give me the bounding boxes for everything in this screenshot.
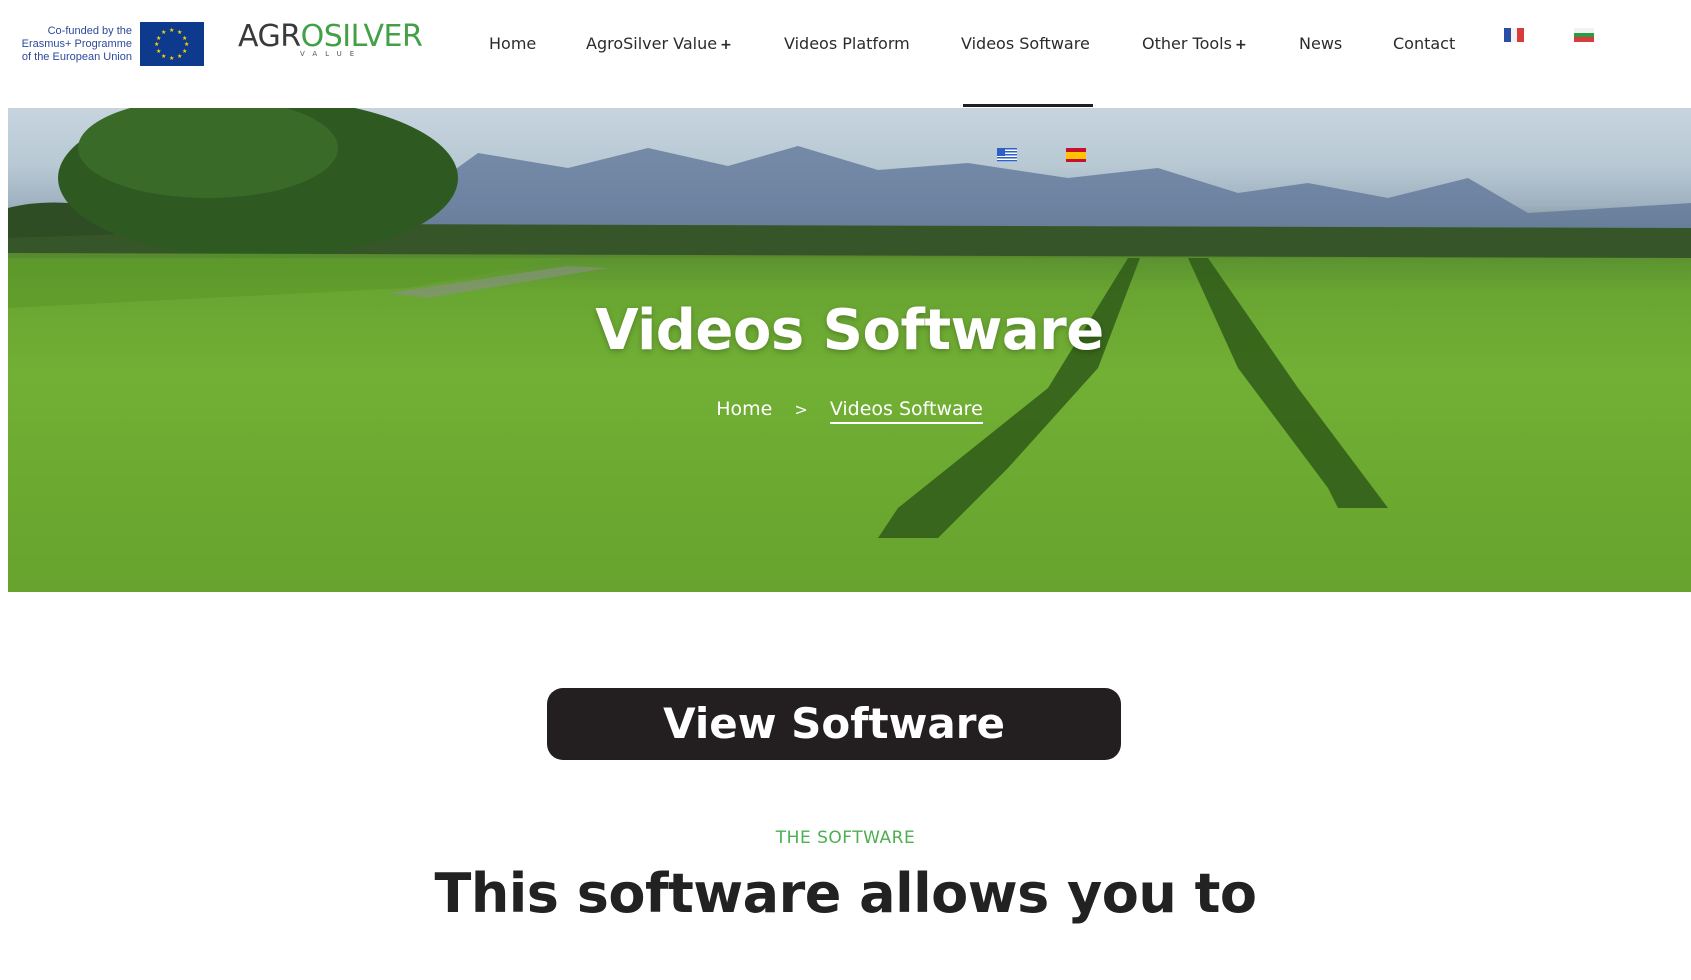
eu-flag-icon: ★ ★ ★ ★ ★ ★ ★ ★ ★ ★ ★ ★ (140, 22, 204, 66)
french-flag-icon[interactable] (1504, 28, 1525, 42)
erasmus-cofunded-text: Co-funded by the Erasmus+ Programme of t… (21, 24, 132, 63)
nav-videos-software[interactable]: Videos Software (961, 34, 1090, 53)
section-title: This software allows you to (434, 862, 1258, 925)
erasmus-logo[interactable]: Co-funded by the Erasmus+ Programme of t… (12, 22, 204, 66)
nav-videos-platform[interactable]: Videos Platform (784, 34, 910, 53)
breadcrumb-home[interactable]: Home (716, 398, 772, 420)
breadcrumb: Home > Videos Software (8, 398, 1691, 424)
plus-icon: + (1234, 37, 1247, 53)
active-nav-indicator (963, 104, 1093, 107)
site-header: Co-funded by the Erasmus+ Programme of t… (0, 0, 1691, 108)
agrosilver-wordmark: AGROSILVER (238, 19, 423, 54)
agrosilver-logo[interactable]: AGROSILVER VALUE (238, 19, 423, 59)
hero-banner: Videos Software Home > Videos Software (8, 108, 1691, 592)
nav-home[interactable]: Home (489, 34, 536, 53)
bulgarian-flag-icon[interactable] (1574, 28, 1594, 43)
plus-icon: + (720, 37, 732, 53)
nav-news[interactable]: News (1299, 34, 1342, 53)
spanish-flag-icon[interactable] (1066, 148, 1086, 162)
nav-agrosilver-value[interactable]: AgroSilver Value + (586, 34, 732, 53)
chevron-right-icon: > (794, 400, 808, 419)
breadcrumb-current[interactable]: Videos Software (829, 398, 983, 424)
section-eyebrow: THE SOFTWARE (775, 828, 916, 848)
nav-contact[interactable]: Contact (1393, 34, 1455, 53)
page-title: Videos Software (595, 298, 1104, 363)
leaf-icon: O (300, 19, 325, 54)
view-software-button[interactable]: View Software (547, 688, 1121, 760)
nav-other-tools[interactable]: Other Tools + (1142, 34, 1247, 53)
greek-flag-icon[interactable] (997, 148, 1017, 162)
